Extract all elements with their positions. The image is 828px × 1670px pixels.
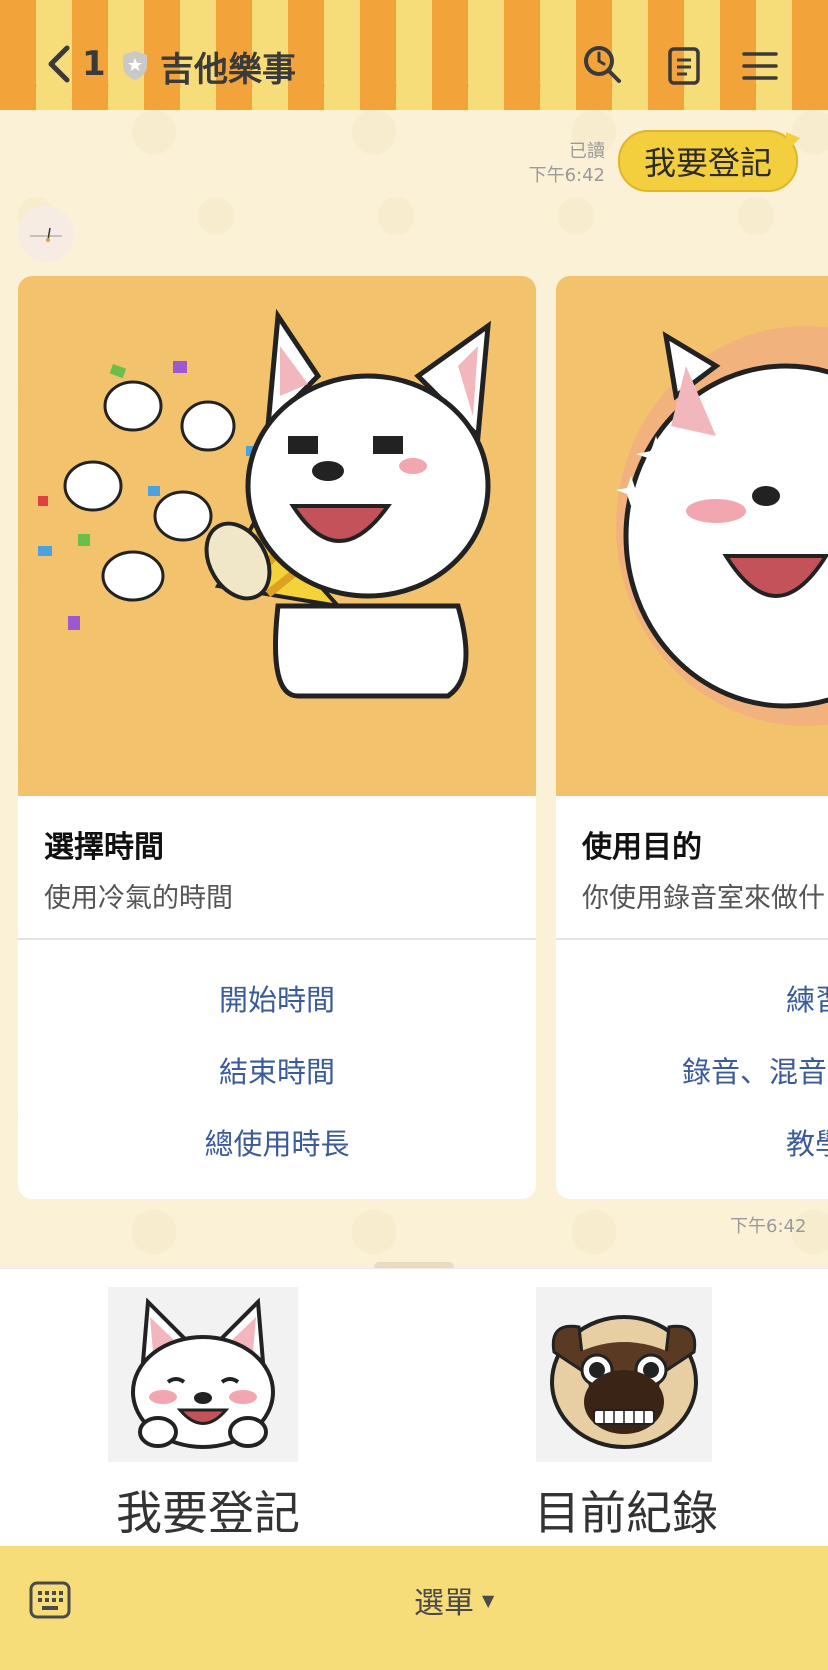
rich-menu-image (108, 1287, 298, 1462)
recording-mixing-button[interactable]: 錄音、混音 (556, 1040, 828, 1100)
keyboard-icon (29, 1581, 71, 1619)
outgoing-message-bubble[interactable]: 我要登記 (618, 130, 798, 192)
chevron-left-icon (48, 45, 70, 83)
start-time-button[interactable]: 開始時間 (18, 968, 536, 1028)
end-time-button[interactable]: 結束時間 (18, 1040, 536, 1100)
card-title: 使用目的 (582, 830, 702, 865)
search-icon (584, 46, 621, 83)
teaching-button[interactable]: 教學 (556, 1112, 828, 1172)
verified-shield-icon (120, 48, 150, 82)
chat-title: 吉他樂事 (160, 50, 296, 90)
unread-count: 1 (82, 44, 106, 84)
rich-menu-image (536, 1287, 712, 1462)
bubble-tail (786, 132, 800, 152)
rich-menu-records[interactable]: 目前紀錄 (476, 1287, 776, 1540)
caret-down-icon: ▼ (482, 1590, 495, 1610)
rich-menu: 我要登記 目前紀錄 (0, 1268, 828, 1547)
message-time: 下午6:42 (528, 165, 605, 186)
keyboard-toggle-button[interactable] (28, 1578, 72, 1622)
back-button[interactable] (40, 42, 76, 86)
rich-menu-records-label: 目前紀錄 (534, 1486, 718, 1540)
flex-carousel[interactable]: 選擇時間 使用冷氣的時間 開始時間 結束時間 總使用時長 使用目的 你使用錄音室… (0, 276, 828, 1201)
card-divider (556, 938, 828, 940)
incoming-message-time: 下午6:42 (730, 1216, 807, 1237)
rich-menu-register-label: 我要登記 (116, 1486, 300, 1540)
carousel-card-time: 選擇時間 使用冷氣的時間 開始時間 結束時間 總使用時長 (18, 276, 536, 1199)
hamburger-icon (742, 52, 778, 80)
french-bulldog-icon (131, 1297, 275, 1449)
card-subtitle: 你使用錄音室來做什 (582, 883, 825, 914)
logo-icon (30, 227, 62, 242)
bot-avatar[interactable] (18, 206, 74, 262)
notes-icon (668, 47, 700, 85)
menu-toggle-label: 選單 (414, 1586, 474, 1621)
practice-button[interactable]: 練習 (556, 968, 828, 1028)
rich-menu-toggle[interactable]: 選單 ▼ (414, 1578, 494, 1622)
carousel-card-purpose: 使用目的 你使用錄音室來做什 練習 錄音、混音 教學 (556, 276, 828, 1199)
bottom-bar: 選單 ▼ (0, 1546, 828, 1670)
card-title: 選擇時間 (44, 830, 164, 865)
dog-party-sticker-icon (38, 308, 491, 699)
total-duration-button[interactable]: 總使用時長 (18, 1112, 536, 1172)
card-divider (18, 938, 536, 940)
pug-icon (550, 1315, 698, 1449)
search-button[interactable] (580, 42, 624, 86)
header-bar: 1 吉他樂事 (0, 0, 828, 110)
hamburger-menu-button[interactable] (738, 44, 782, 88)
card-subtitle: 使用冷氣的時間 (44, 883, 233, 914)
notes-button[interactable] (662, 44, 706, 88)
read-status: 已讀 (569, 141, 605, 162)
message-meta: 已讀 下午6:42 (500, 140, 605, 188)
dog-blushing-sticker-icon (616, 326, 828, 726)
card-hero-image (18, 276, 536, 796)
rich-menu-register[interactable]: 我要登記 (58, 1287, 358, 1540)
card-hero-image (556, 276, 828, 796)
